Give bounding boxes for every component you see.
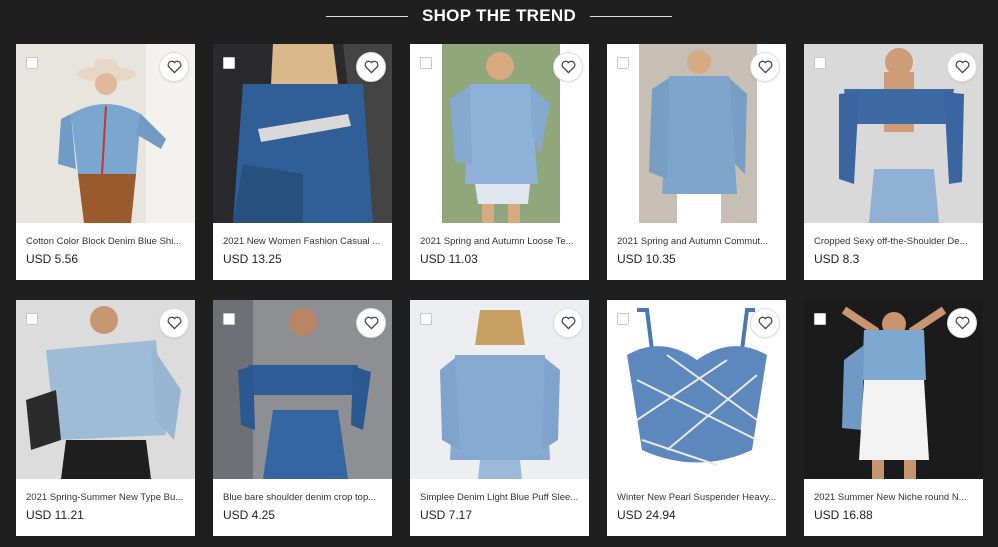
product-price: USD 16.88: [814, 508, 873, 522]
product-name[interactable]: 2021 Summer New Niche round N...: [814, 492, 976, 503]
product-card[interactable]: Winter New Pearl Suspender Heavy... USD …: [607, 300, 786, 536]
wishlist-button[interactable]: [750, 52, 780, 82]
product-card[interactable]: 2021 Spring and Autumn Loose Te... USD 1…: [410, 44, 589, 280]
product-price: USD 4.25: [223, 508, 276, 522]
product-name[interactable]: 2021 New Women Fashion Casual ...: [223, 236, 385, 247]
wishlist-button[interactable]: [750, 308, 780, 338]
product-name[interactable]: Cotton Color Block Denim Blue Shi...: [26, 236, 188, 247]
select-checkbox[interactable]: [617, 57, 629, 69]
section-title: SHOP THE TREND: [421, 6, 577, 25]
product-name[interactable]: Blue bare shoulder denim crop top...: [223, 492, 385, 503]
heart-icon: [955, 60, 969, 74]
product-card[interactable]: 2021 Spring-Summer New Type Bu... USD 11…: [16, 300, 195, 536]
product-name[interactable]: Winter New Pearl Suspender Heavy...: [617, 492, 779, 503]
product-price: USD 10.35: [617, 252, 676, 266]
wishlist-button[interactable]: [159, 52, 189, 82]
heart-icon: [758, 60, 772, 74]
heart-icon: [758, 316, 772, 330]
wishlist-button[interactable]: [356, 52, 386, 82]
product-card[interactable]: 2021 New Women Fashion Casual ... USD 13…: [213, 44, 392, 280]
wishlist-button[interactable]: [553, 52, 583, 82]
product-grid: Cotton Color Block Denim Blue Shi... USD…: [16, 44, 983, 536]
select-checkbox[interactable]: [420, 313, 432, 325]
select-checkbox[interactable]: [26, 57, 38, 69]
wishlist-button[interactable]: [947, 308, 977, 338]
select-checkbox[interactable]: [223, 57, 235, 69]
product-card[interactable]: Simplee Denim Light Blue Puff Slee... US…: [410, 300, 589, 536]
product-name[interactable]: 2021 Spring-Summer New Type Bu...: [26, 492, 188, 503]
product-price: USD 7.17: [420, 508, 473, 522]
heart-icon: [955, 316, 969, 330]
header-rule-left: [325, 15, 408, 17]
product-price: USD 13.25: [223, 252, 282, 266]
product-card[interactable]: 2021 Spring and Autumn Commut... USD 10.…: [607, 44, 786, 280]
product-card[interactable]: Cropped Sexy off-the-Shoulder De... USD …: [804, 44, 983, 280]
select-checkbox[interactable]: [814, 57, 826, 69]
product-name[interactable]: 2021 Spring and Autumn Commut...: [617, 236, 779, 247]
product-name[interactable]: Simplee Denim Light Blue Puff Slee...: [420, 492, 582, 503]
product-price: USD 24.94: [617, 508, 676, 522]
product-card[interactable]: Blue bare shoulder denim crop top... USD…: [213, 300, 392, 536]
heart-icon: [561, 316, 575, 330]
select-checkbox[interactable]: [26, 313, 38, 325]
product-name[interactable]: Cropped Sexy off-the-Shoulder De...: [814, 236, 976, 247]
select-checkbox[interactable]: [617, 313, 629, 325]
select-checkbox[interactable]: [223, 313, 235, 325]
heart-icon: [167, 316, 181, 330]
product-price: USD 11.03: [420, 252, 478, 266]
product-card[interactable]: 2021 Summer New Niche round N... USD 16.…: [804, 300, 983, 536]
product-price: USD 8.3: [814, 252, 860, 266]
heart-icon: [561, 60, 575, 74]
wishlist-button[interactable]: [159, 308, 189, 338]
header-rule-right: [590, 15, 673, 17]
heart-icon: [364, 60, 378, 74]
wishlist-button[interactable]: [553, 308, 583, 338]
select-checkbox[interactable]: [814, 313, 826, 325]
product-price: USD 5.56: [26, 252, 79, 266]
product-name[interactable]: 2021 Spring and Autumn Loose Te...: [420, 236, 582, 247]
section-header: SHOP THE TREND: [0, 0, 998, 32]
heart-icon: [364, 316, 378, 330]
wishlist-button[interactable]: [947, 52, 977, 82]
select-checkbox[interactable]: [420, 57, 432, 69]
product-price: USD 11.21: [26, 508, 84, 522]
heart-icon: [167, 60, 181, 74]
wishlist-button[interactable]: [356, 308, 386, 338]
product-card[interactable]: Cotton Color Block Denim Blue Shi... USD…: [16, 44, 195, 280]
